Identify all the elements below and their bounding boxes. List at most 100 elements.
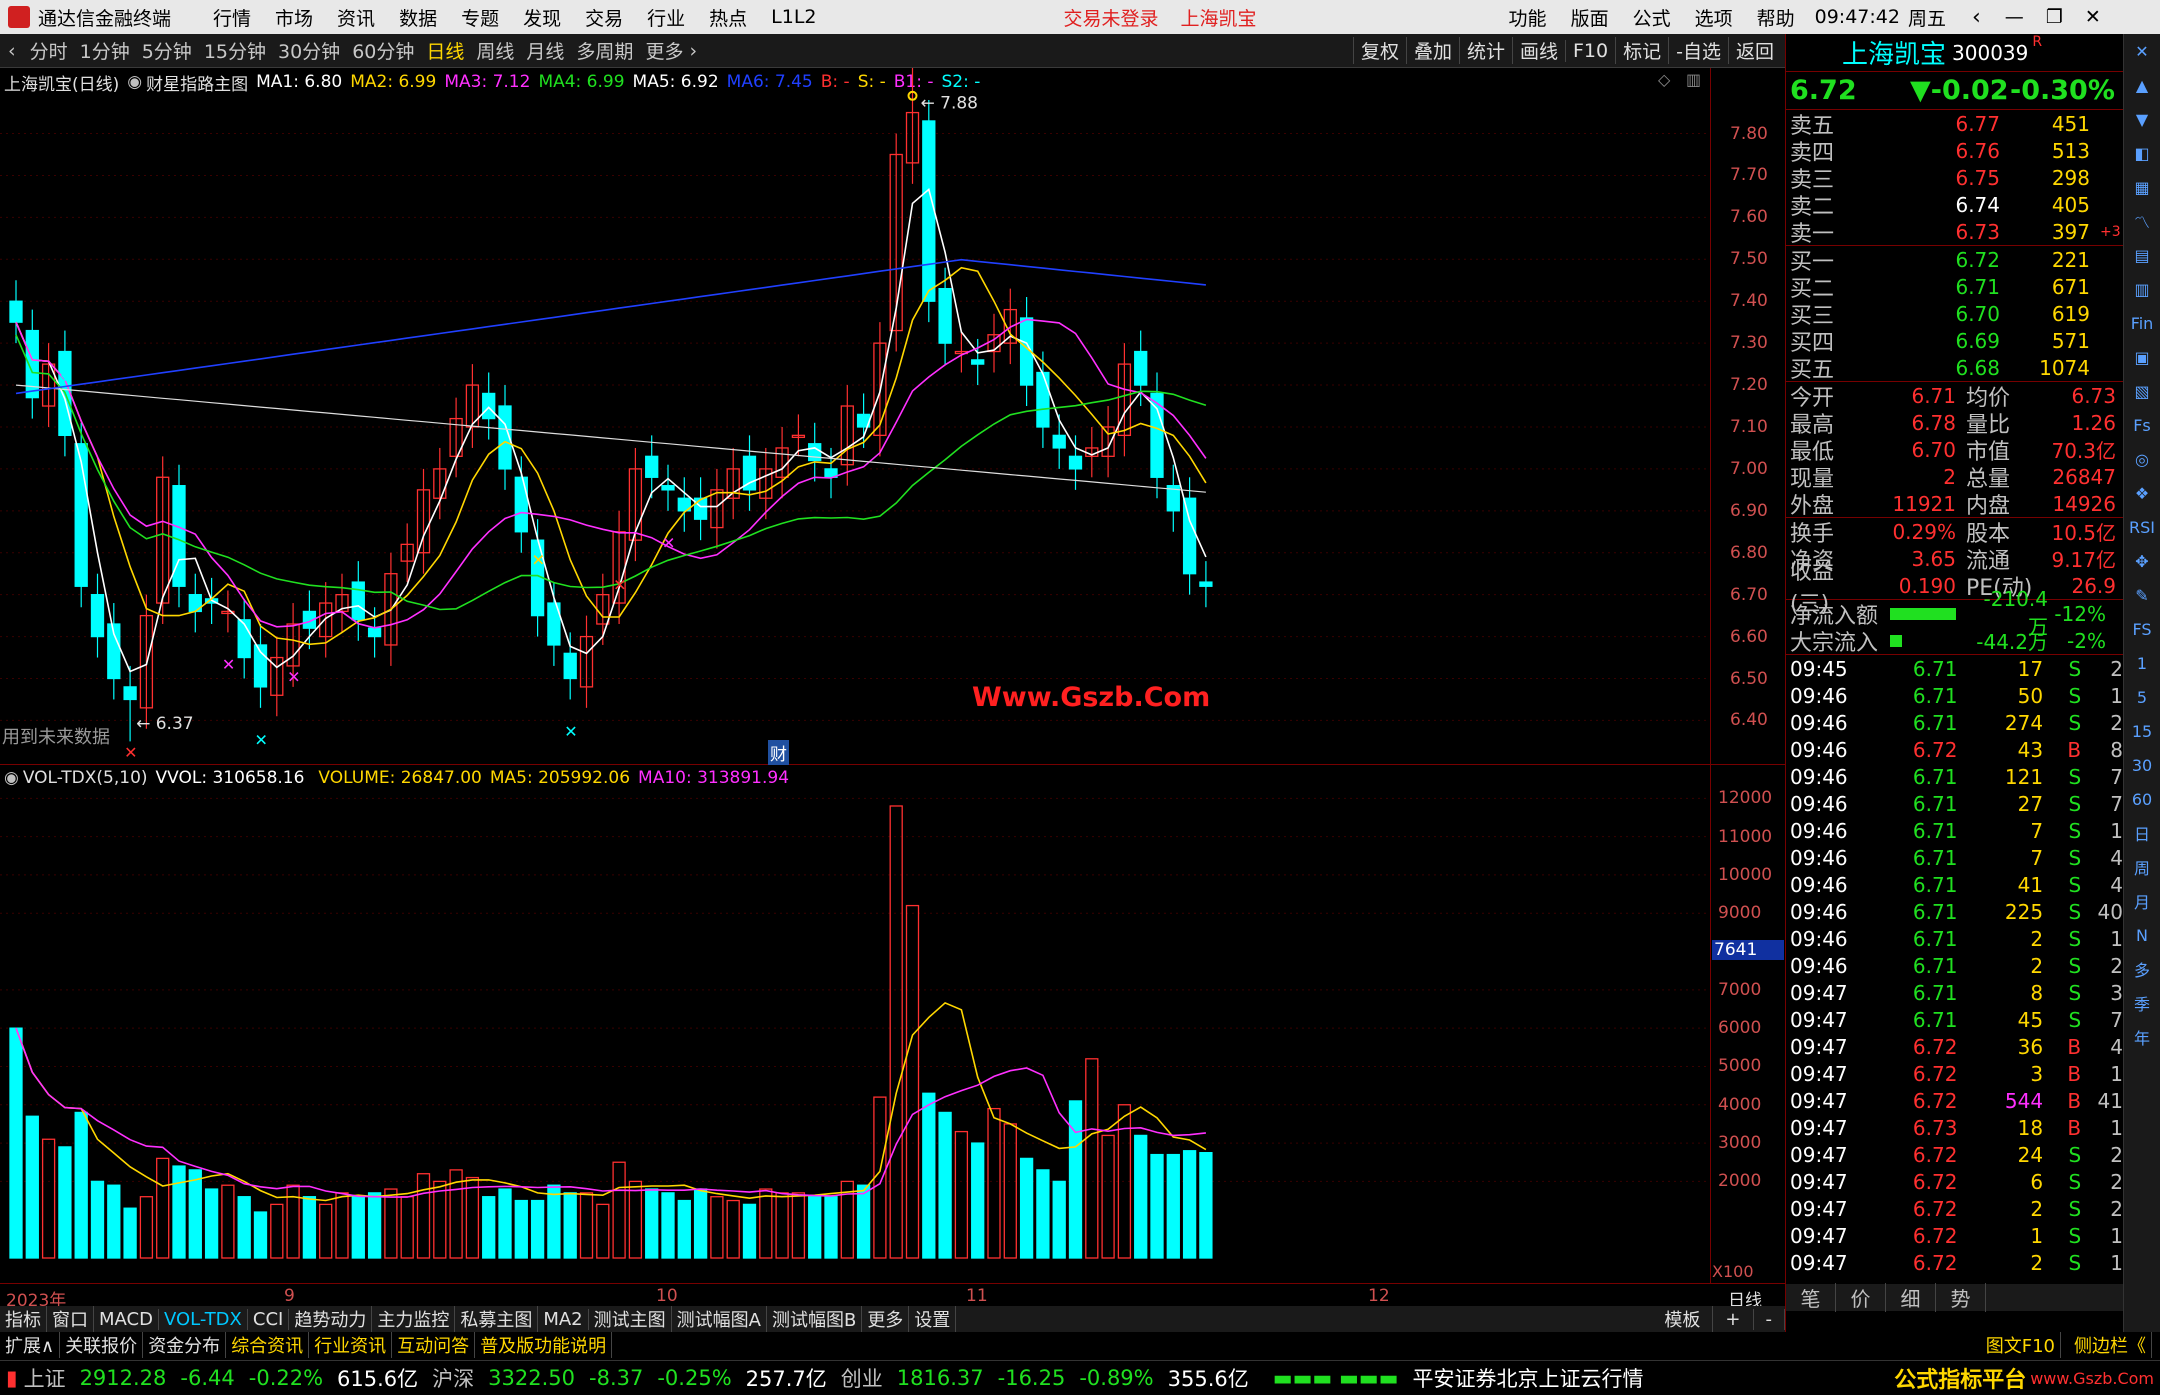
volume-bar[interactable] — [530, 1199, 545, 1259]
indicator-tab[interactable]: 测试幅图A — [672, 1306, 767, 1332]
indicator-tab[interactable]: 私募主图 — [455, 1306, 539, 1332]
tick-row[interactable]: 09:46 6.71 7 S 1 — [1786, 817, 2123, 844]
volume-bar[interactable] — [482, 1196, 496, 1259]
volume-bar[interactable] — [628, 1180, 643, 1259]
tool-icon[interactable]: ▤ — [2124, 238, 2160, 272]
tick-tab[interactable]: 势 — [1936, 1283, 1986, 1312]
indicator-tab[interactable]: 测试幅图B — [767, 1306, 863, 1332]
tool-icon[interactable]: ✥ — [2124, 544, 2160, 578]
volume-bar[interactable] — [661, 1192, 675, 1259]
volume-bar[interactable] — [90, 1180, 105, 1259]
down-candle[interactable] — [1182, 497, 1197, 575]
order-level[interactable]: 买四 6.69 571 — [1786, 327, 2123, 356]
collapse-icon[interactable]: ‹ — [8, 40, 16, 62]
tool-icon[interactable]: ▧ — [2124, 374, 2160, 408]
down-candle[interactable] — [922, 120, 936, 302]
volume-bar[interactable] — [9, 1027, 23, 1259]
tool-icon[interactable]: RSI — [2124, 510, 2160, 544]
down-candle[interactable] — [645, 455, 659, 478]
down-candle[interactable] — [1068, 455, 1083, 470]
volume-bar[interactable] — [1150, 1153, 1164, 1259]
tick-tab[interactable]: 笔 — [1786, 1283, 1836, 1312]
volume-bar[interactable] — [824, 1196, 838, 1259]
down-candle[interactable] — [661, 485, 675, 491]
volume-bar[interactable] — [1085, 1058, 1099, 1259]
period-daily[interactable]: 日线 — [420, 37, 470, 64]
order-level[interactable]: 买三 6.70 619 — [1786, 300, 2123, 329]
tick-row[interactable]: 09:47 6.72 2 S 1 — [1786, 1249, 2123, 1276]
indicator-tab[interactable]: MACD — [94, 1308, 159, 1330]
order-level[interactable]: 卖三 6.75 298 — [1786, 164, 2123, 193]
f10-button[interactable]: F10 — [1565, 39, 1615, 62]
volume-bar[interactable] — [677, 1199, 691, 1259]
down-candle[interactable] — [971, 359, 985, 365]
tool-icon[interactable]: 〽 — [2124, 204, 2160, 238]
template-button[interactable]: - — [1754, 1308, 1785, 1330]
indicator-tab[interactable]: 趋势动力 — [289, 1306, 373, 1332]
tick-row[interactable]: 09:47 6.72 1 S 1 — [1786, 1222, 2123, 1249]
down-candle[interactable] — [693, 497, 708, 520]
signal-marker[interactable]: ✕ — [287, 668, 300, 687]
info-tab[interactable]: 互动问答 — [392, 1332, 476, 1358]
indicator-tab[interactable]: CCI — [248, 1308, 290, 1330]
menu-shuju[interactable]: 数据 — [387, 4, 449, 31]
volume-bar[interactable] — [938, 1111, 952, 1259]
tick-row[interactable]: 09:46 6.71 121 S 7 — [1786, 763, 2123, 790]
down-candle[interactable] — [9, 300, 23, 323]
tool-icon[interactable]: ▦ — [2124, 170, 2160, 204]
tool-icon[interactable]: 30 — [2124, 748, 2160, 782]
period-60min[interactable]: 60分钟 — [346, 37, 420, 64]
volume-bar[interactable] — [514, 1199, 528, 1259]
volume-bar[interactable] — [498, 1188, 512, 1259]
menu-faxian[interactable]: 发现 — [511, 4, 573, 31]
volume-bar[interactable] — [253, 1211, 268, 1259]
chevron-right-icon[interactable]: › — [689, 40, 697, 62]
menu-jiaoyi[interactable]: 交易 — [573, 4, 635, 31]
index-name[interactable]: 创业 — [841, 1363, 883, 1393]
volume-bar[interactable] — [204, 1188, 219, 1259]
order-level[interactable]: 卖五 6.77 451 — [1786, 110, 2123, 139]
volume-bar[interactable] — [221, 1184, 235, 1259]
volume-bar[interactable] — [775, 1192, 789, 1259]
index-name[interactable]: 沪深 — [432, 1363, 474, 1393]
volume-bar[interactable] — [1101, 1134, 1115, 1259]
period-1min[interactable]: 1分钟 — [74, 37, 136, 64]
signal-marker[interactable]: ✕ — [59, 370, 72, 389]
volume-bar[interactable] — [123, 1207, 137, 1259]
login-status[interactable]: 交易未登录 — [1064, 4, 1159, 31]
tool-icon[interactable]: 60 — [2124, 782, 2160, 816]
tick-row[interactable]: 09:46 6.72 43 B 8 — [1786, 736, 2123, 763]
indicator-tab[interactable]: 主力监控 — [372, 1306, 456, 1332]
signal-marker[interactable]: ✕ — [255, 731, 268, 750]
tool-icon[interactable]: ❖ — [2124, 476, 2160, 510]
minimize-icon[interactable]: — — [2005, 6, 2024, 28]
order-level[interactable]: 买五 6.68 1074 — [1786, 354, 2123, 383]
fuquan-button[interactable]: 复权 — [1352, 37, 1406, 64]
volume-bar[interactable] — [319, 1203, 333, 1259]
volume-bar[interactable] — [302, 1196, 317, 1259]
signal-marker[interactable]: ✕ — [222, 655, 235, 674]
tool-icon[interactable]: N — [2124, 918, 2160, 952]
tick-row[interactable]: 09:46 6.71 7 S 4 — [1786, 844, 2123, 871]
volume-bar[interactable] — [987, 1107, 1001, 1259]
period-5min[interactable]: 5分钟 — [136, 37, 198, 64]
down-candle[interactable] — [367, 627, 382, 638]
volume-bar[interactable] — [465, 1176, 480, 1259]
tool-icon[interactable]: ▲ — [2124, 68, 2160, 102]
zixuan-button[interactable]: -自选 — [1668, 37, 1728, 64]
volume-bar[interactable] — [856, 1184, 871, 1259]
tick-row[interactable]: 09:46 6.71 2 S 1 — [1786, 925, 2123, 952]
tick-row[interactable]: 09:47 6.72 2 S 2 — [1786, 1195, 2123, 1222]
down-candle[interactable] — [90, 594, 105, 638]
price-chart[interactable]: ✕ ✕ ✕ ✕ ✕ ✕ ✕ ✕ ✕ ✕ ← 7.88 ← 6.37 — [0, 68, 1710, 763]
volume-bar[interactable] — [188, 1169, 202, 1259]
period-more[interactable]: 更多 — [639, 37, 689, 64]
signal-marker[interactable]: ✕ — [1021, 320, 1034, 339]
tool-icon[interactable]: 年 — [2124, 1020, 2160, 1054]
info-tab[interactable]: 资金分布 — [143, 1332, 227, 1358]
volume-bar[interactable] — [693, 1188, 708, 1259]
volume-bar[interactable] — [808, 1196, 822, 1259]
volume-bar[interactable] — [759, 1188, 773, 1259]
period-30min[interactable]: 30分钟 — [272, 37, 346, 64]
back-icon[interactable]: ‹ — [1972, 5, 1981, 30]
